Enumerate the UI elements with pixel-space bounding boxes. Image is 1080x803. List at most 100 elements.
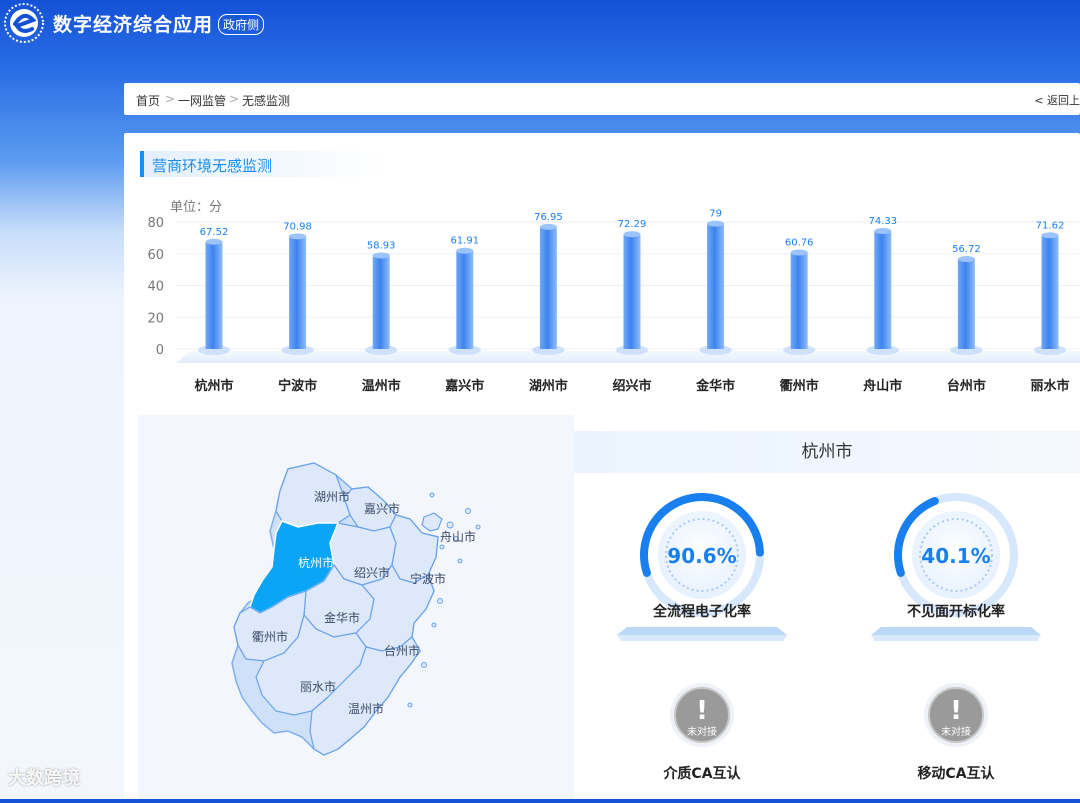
bar-cap — [707, 220, 725, 227]
city-header: 杭州市 — [574, 431, 1080, 473]
bar-嘉兴市[interactable] — [456, 250, 474, 349]
gauge-value: 90.6% — [667, 544, 736, 568]
bar-value-label: 71.62 — [1036, 220, 1065, 231]
bar-value-label: 61.91 — [450, 236, 479, 247]
map-label-quzhou: 衢州市 — [252, 629, 288, 644]
bar-金华市[interactable] — [707, 223, 725, 349]
map-label-wenzhou: 温州市 — [348, 701, 384, 716]
bar-chart-svg: 0 20 40 60 80 67.52 杭州市 70.98 宁波市 58.93 温州市 61.91 嘉兴… — [147, 209, 1080, 394]
map-label-taizhou: 台州市 — [384, 643, 420, 658]
bar-value-label: 60.76 — [785, 238, 814, 249]
bar-cap — [289, 233, 307, 240]
x-category-label: 嘉兴市 — [444, 378, 484, 394]
gauge-label: 全流程电子化率 — [653, 604, 751, 620]
map-label-lishui: 丽水市 — [300, 679, 336, 694]
map-region-zhoushan[interactable] — [421, 512, 443, 532]
ca-status: 未对接 — [687, 727, 717, 738]
ca-label: 移动CA互认 — [917, 766, 995, 782]
side-badge: 政府侧 — [218, 14, 265, 35]
bar-value-label: 56.72 — [952, 244, 981, 255]
bar-温州市[interactable] — [372, 255, 390, 349]
gauge-value: 40.1% — [921, 544, 990, 568]
breadcrumb-separator: > — [229, 92, 240, 106]
y-tick-label: 0 — [156, 343, 164, 358]
breadcrumb-current: 无感监测 — [242, 94, 291, 108]
exclamation-icon: ! — [950, 696, 962, 726]
y-tick-label: 80 — [147, 216, 164, 231]
bar-value-label: 70.98 — [283, 221, 312, 232]
bar-丽水市[interactable] — [1041, 235, 1059, 349]
x-category-label: 衢州市 — [780, 378, 819, 394]
bar-cap — [957, 255, 975, 262]
x-category-label: 台州市 — [947, 378, 986, 394]
app-title: 数字经济综合应用 — [53, 14, 214, 36]
map-panel: 湖州市 嘉兴市 舟山市 杭州市 绍兴市 宁波市 金华市 衢州市 台州市 丽水市 … — [138, 415, 574, 799]
y-tick-label: 20 — [147, 311, 164, 326]
bar-舟山市[interactable] — [874, 231, 892, 349]
bar-衢州市[interactable] — [790, 252, 808, 349]
back-link[interactable]: < 返回上 — [1034, 92, 1080, 108]
x-category-label: 杭州市 — [194, 378, 233, 394]
bar-湖州市[interactable] — [539, 226, 557, 349]
bar-cap — [623, 231, 641, 238]
x-category-label: 金华市 — [695, 378, 735, 394]
bar-cap — [1041, 232, 1059, 239]
map-label-jinhua: 金华市 — [324, 610, 360, 625]
app-logo-icon — [4, 3, 44, 43]
bar-cap — [456, 247, 474, 254]
chart-unit-label: 单位：分 — [170, 200, 223, 215]
breadcrumb-separator: > — [165, 92, 176, 106]
x-category-label: 温州市 — [362, 378, 401, 394]
map-label-shaoxing: 绍兴市 — [354, 565, 390, 580]
breadcrumb-supervision[interactable]: 一网监管 — [178, 92, 226, 109]
city-name: 杭州市 — [801, 442, 853, 462]
city-detail-panel: 杭州市 90.6% 全流程电子化率 40.1% 不见面开标化率 ! 未对接 介质… — [574, 431, 1080, 799]
bar-台州市[interactable] — [957, 258, 975, 349]
bar-cap — [372, 252, 390, 259]
main-card: 营商环境无感监测 单位：分 0 20 40 60 80 67.52 杭州市 70.98 宁波市 5… — [124, 133, 1080, 799]
bar-value-label: 67.52 — [200, 227, 229, 238]
breadcrumb: 首页 > 一网监管 > 无感监测 < 返回上 — [124, 83, 1080, 115]
ca-label: 介质CA互认 — [663, 766, 741, 782]
bar-value-label: 76.95 — [534, 212, 563, 223]
gauge-remote-bid-rate: 40.1% 不见面开标化率 — [871, 493, 1041, 643]
x-category-label: 丽水市 — [1030, 378, 1069, 394]
bar-value-label: 58.93 — [367, 240, 396, 251]
ca-mobile-block: ! 未对接 移动CA互认 — [896, 675, 1016, 785]
y-tick-label: 60 — [147, 248, 164, 263]
bar-杭州市[interactable] — [205, 241, 223, 349]
map-label-ningbo: 宁波市 — [410, 571, 446, 586]
bar-value-label: 79 — [709, 209, 722, 220]
section-title: 营商环境无感监测 — [152, 157, 273, 175]
map-label-hangzhou: 杭州市 — [298, 555, 334, 570]
bar-cap — [539, 223, 557, 230]
app-header: 数字经济综合应用 政府侧 — [0, 0, 1080, 52]
map-label-jiaxing: 嘉兴市 — [364, 501, 400, 516]
bar-value-label: 72.29 — [618, 219, 647, 230]
breadcrumb-home[interactable]: 首页 — [136, 92, 160, 109]
ca-status: 未对接 — [941, 727, 971, 738]
bar-绍兴市[interactable] — [623, 234, 641, 349]
x-category-label: 湖州市 — [529, 378, 568, 394]
bar-cap — [790, 249, 808, 256]
map-label-huzhou: 湖州市 — [314, 489, 350, 504]
ca-medium-block: ! 未对接 介质CA互认 — [642, 675, 762, 785]
map-label-zhoushan: 舟山市 — [440, 529, 476, 544]
bar-chart: 单位：分 0 20 40 60 80 67.52 杭州市 70.98 宁波市 58.93 温州市 61… — [124, 193, 1080, 403]
gauge-label: 不见面开标化率 — [907, 604, 1005, 620]
x-category-label: 舟山市 — [863, 378, 902, 394]
bar-宁波市[interactable] — [289, 236, 307, 349]
y-tick-label: 40 — [147, 280, 164, 295]
x-category-label: 绍兴市 — [612, 378, 651, 394]
bar-cap — [874, 228, 892, 235]
gauge-pedestal — [617, 627, 787, 641]
bar-cap — [205, 238, 223, 245]
section-title-bar: 营商环境无感监测 — [140, 151, 384, 177]
zhejiang-map: 湖州市 嘉兴市 舟山市 杭州市 绍兴市 宁波市 金华市 衢州市 台州市 丽水市 … — [231, 462, 481, 756]
watermark: 大数跨境 — [8, 768, 80, 789]
x-category-label: 宁波市 — [278, 378, 317, 394]
bar-value-label: 74.33 — [868, 216, 897, 227]
gauge-pedestal — [871, 627, 1041, 641]
exclamation-icon: ! — [696, 696, 708, 726]
gauge-electronic-rate: 90.6% 全流程电子化率 — [617, 493, 787, 643]
